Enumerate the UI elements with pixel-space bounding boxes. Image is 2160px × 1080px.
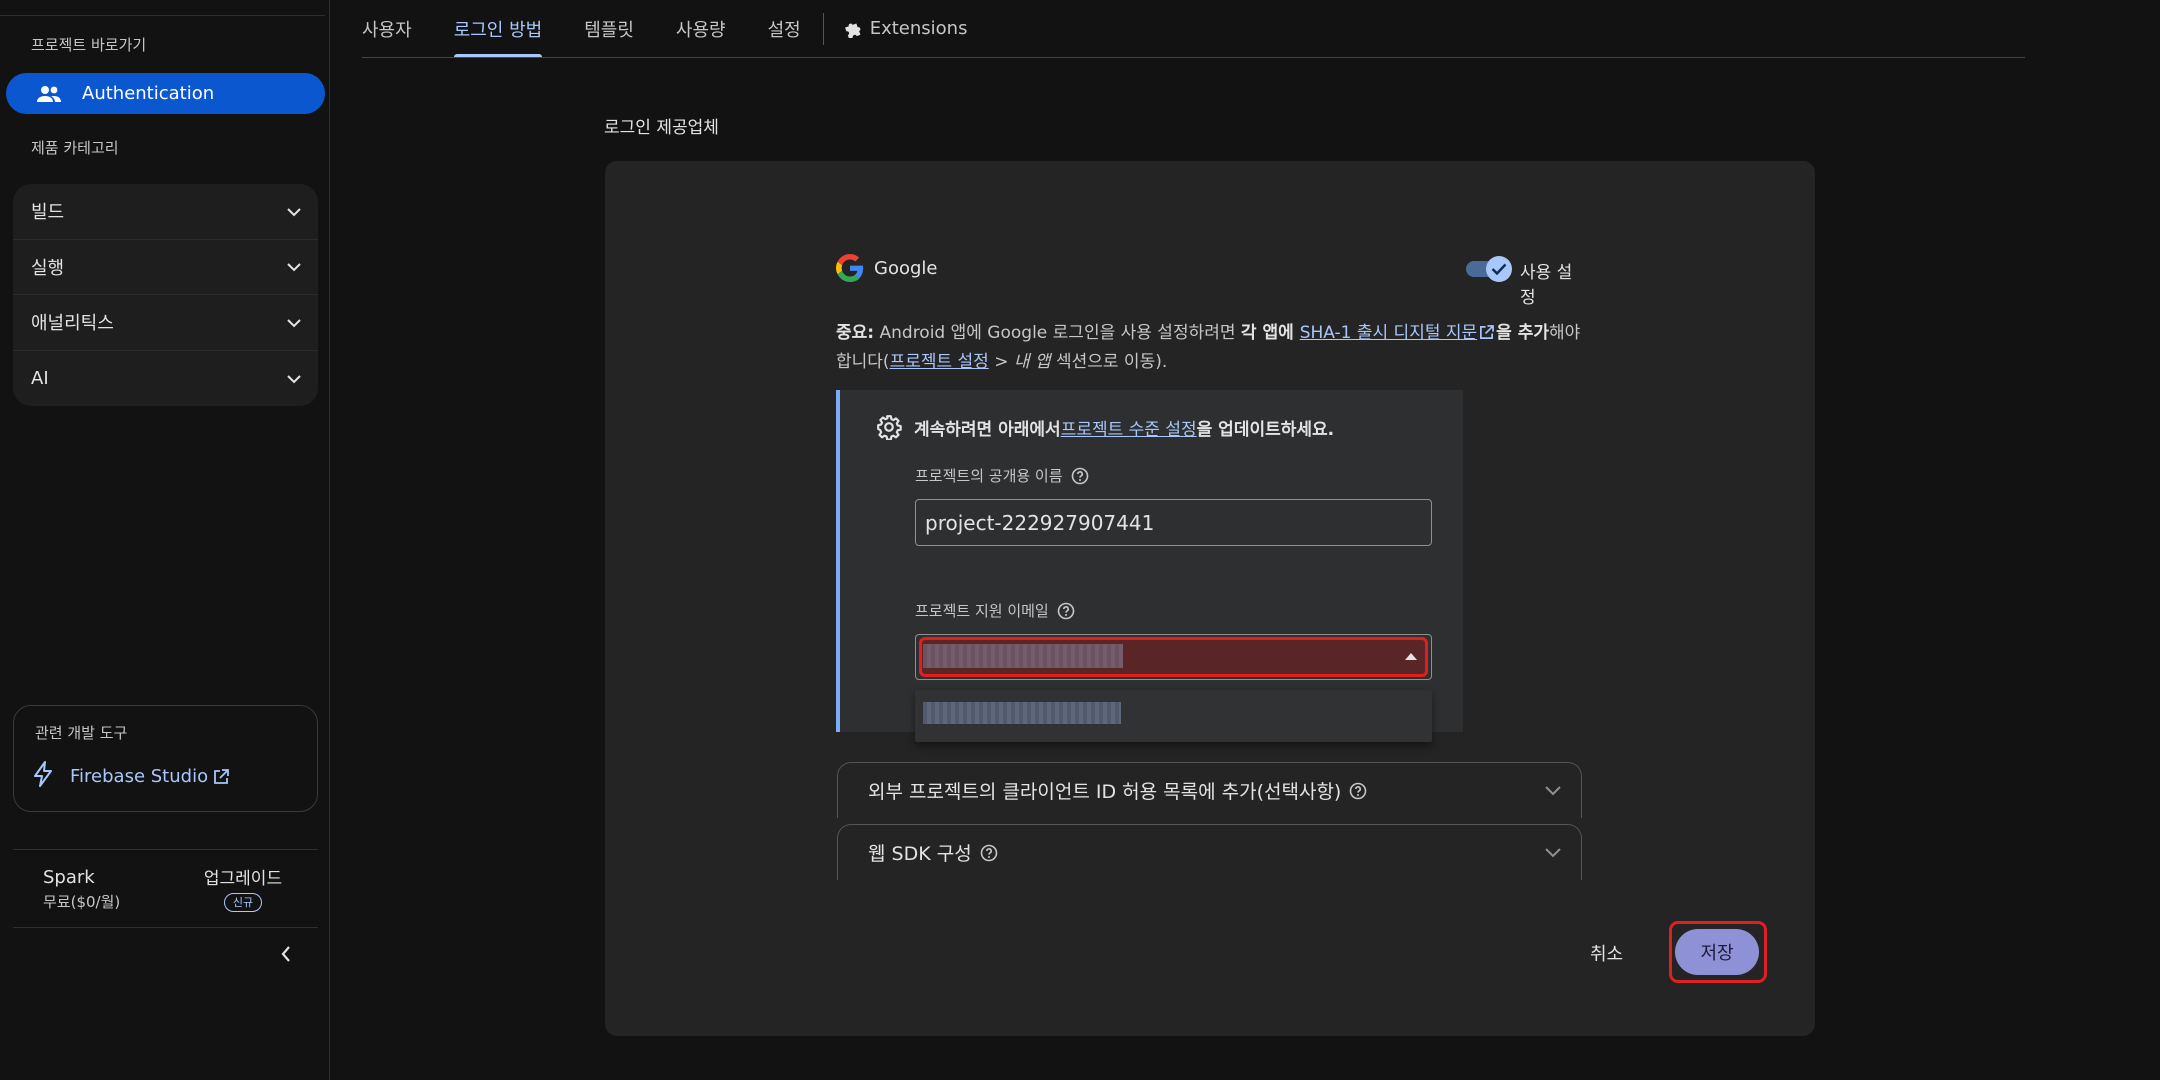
firebase-studio-link[interactable]: Firebase Studio [32,761,229,792]
category-label: 제품 카테고리 [31,139,119,157]
section-title: 로그인 제공업체 [604,118,719,138]
notice-bold: 각 앱에 [1240,323,1300,343]
sha1-notice: 중요: Android 앱에 Google 로그인을 사용 설정하려면 각 앱에… [836,320,1588,376]
redacted-email-value [923,644,1123,668]
project-settings-panel: 계속하려면 아래에서 프로젝트 수준 설정 을 업데이트하세요. [836,390,1463,732]
collapse-sidebar-button[interactable] [274,944,298,968]
help-icon[interactable] [1071,467,1089,485]
header-text: 계속하려면 아래에서 [914,419,1061,440]
public-name-label: 프로젝트의 공개용 이름 [915,465,1089,486]
tab-usage[interactable]: 사용량 [676,0,726,57]
group-label: 빌드 [31,202,65,224]
support-email-label: 프로젝트 지원 이메일 [915,600,1075,621]
client-id-allowlist-accordion[interactable]: 외부 프로젝트의 클라이언트 ID 허용 목록에 추가(선택사항) [837,762,1582,818]
google-logo-icon [836,254,864,282]
chevron-down-icon [1545,843,1561,862]
support-email-dropdown [915,690,1432,742]
web-sdk-config-accordion[interactable]: 웹 SDK 구성 [837,824,1582,880]
divider [13,927,318,928]
check-icon [1491,260,1507,279]
tab-settings[interactable]: 설정 [768,0,801,57]
shortcut-label: 프로젝트 바로가기 [31,36,147,54]
external-link-icon [1479,322,1495,349]
sidebar-item-authentication[interactable]: Authentication [6,73,325,114]
help-icon[interactable] [1349,782,1367,800]
related-tools-title: 관련 개발 도구 [35,724,128,742]
plan-info: Spark 무료($0/월) [43,867,120,912]
provider-header: Google 사용 설정 [836,254,1582,308]
accordion-label: 외부 프로젝트의 클라이언트 ID 허용 목록에 추가(선택사항) [868,777,1367,804]
category-groups: 빌드 실행 애널리틱스 AI [13,184,318,406]
support-email-select[interactable] [915,634,1432,680]
tab-label: Extensions [869,18,968,39]
caret-up-icon [1405,653,1417,660]
notice-text: Android 앱에 Google 로그인을 사용 설정하려면 [874,323,1241,343]
extensions-icon [844,20,862,38]
chevron-down-icon [287,202,301,221]
gear-icon [876,414,902,440]
help-icon[interactable] [1057,602,1075,620]
notice-italic: 내 앱 [1013,352,1051,372]
chevron-down-icon [287,313,301,332]
tab-separator [822,13,824,45]
notice-bold: 을 추가 [1496,323,1550,343]
label-text: 프로젝트 지원 이메일 [915,602,1049,620]
enable-toggle[interactable] [1466,256,1512,282]
project-settings-link[interactable]: 프로젝트 설정 [890,352,989,372]
sidebar-item-label: Authentication [82,83,215,104]
plan-price: 무료($0/월) [43,893,121,911]
sidebar: 프로젝트 바로가기 Authentication 제품 카테고리 빌드 실행 애… [0,0,330,1080]
help-icon[interactable] [980,844,998,862]
notice-text: > [988,352,1014,372]
public-name-input[interactable] [915,499,1432,546]
chevron-down-icon [1545,781,1561,800]
chevron-left-icon [281,946,291,966]
plan-name: Spark [43,867,95,888]
tab-bar: 사용자 로그인 방법 템플릿 사용량 설정 Extensions [362,0,2025,58]
sha1-fingerprint-link[interactable]: SHA-1 출시 디지털 지문 [1300,323,1477,343]
divider [0,15,325,16]
group-label: 실행 [31,257,65,279]
notice-text: 섹션으로 이동). [1050,352,1168,372]
accordion-title: 웹 SDK 구성 [868,843,972,865]
label-text: 프로젝트의 공개용 이름 [915,467,1063,485]
group-label: 애널리틱스 [31,313,114,335]
firebase-studio-label: Firebase Studio [70,766,209,787]
toggle-thumb [1486,256,1512,282]
sidebar-group-run[interactable]: 실행 [13,240,318,295]
group-label: AI [31,367,49,389]
cancel-button[interactable]: 취소 [1590,940,1623,966]
upgrade-button[interactable]: 업그레이드 신규 [203,864,283,912]
firebase-studio-icon [32,761,54,792]
new-badge: 신규 [223,893,263,912]
enable-toggle-label: 사용 설정 [1520,263,1573,308]
tab-extensions[interactable]: Extensions [844,0,968,57]
project-level-settings-link[interactable]: 프로젝트 수준 설정 [1061,415,1197,440]
upgrade-label: 업그레이드 [203,869,283,889]
notice-prefix: 중요: [836,323,875,343]
sidebar-group-ai[interactable]: AI [13,351,318,407]
save-button[interactable]: 저장 [1675,929,1759,975]
accordion-title: 외부 프로젝트의 클라이언트 ID 허용 목록에 추가(선택사항) [868,781,1342,803]
sidebar-group-build[interactable]: 빌드 [13,184,318,240]
divider [13,849,318,850]
related-tools-card: 관련 개발 도구 Firebase Studio [13,705,318,812]
tab-users[interactable]: 사용자 [362,0,412,57]
sidebar-group-analytics[interactable]: 애널리틱스 [13,295,318,351]
chevron-down-icon [287,369,301,388]
provider-name: Google [874,258,938,279]
support-email-option[interactable] [915,690,1432,732]
tab-sign-in-method[interactable]: 로그인 방법 [453,0,542,57]
external-link-icon [213,768,229,785]
people-icon [34,79,64,109]
accordion-label: 웹 SDK 구성 [868,839,998,866]
header-text: 을 업데이트하세요. [1196,419,1335,440]
tab-templates[interactable]: 템플릿 [584,0,634,57]
redacted-email-option [923,702,1121,724]
settings-panel-header: 계속하려면 아래에서 프로젝트 수준 설정 을 업데이트하세요. [876,414,1334,440]
chevron-down-icon [287,257,301,276]
